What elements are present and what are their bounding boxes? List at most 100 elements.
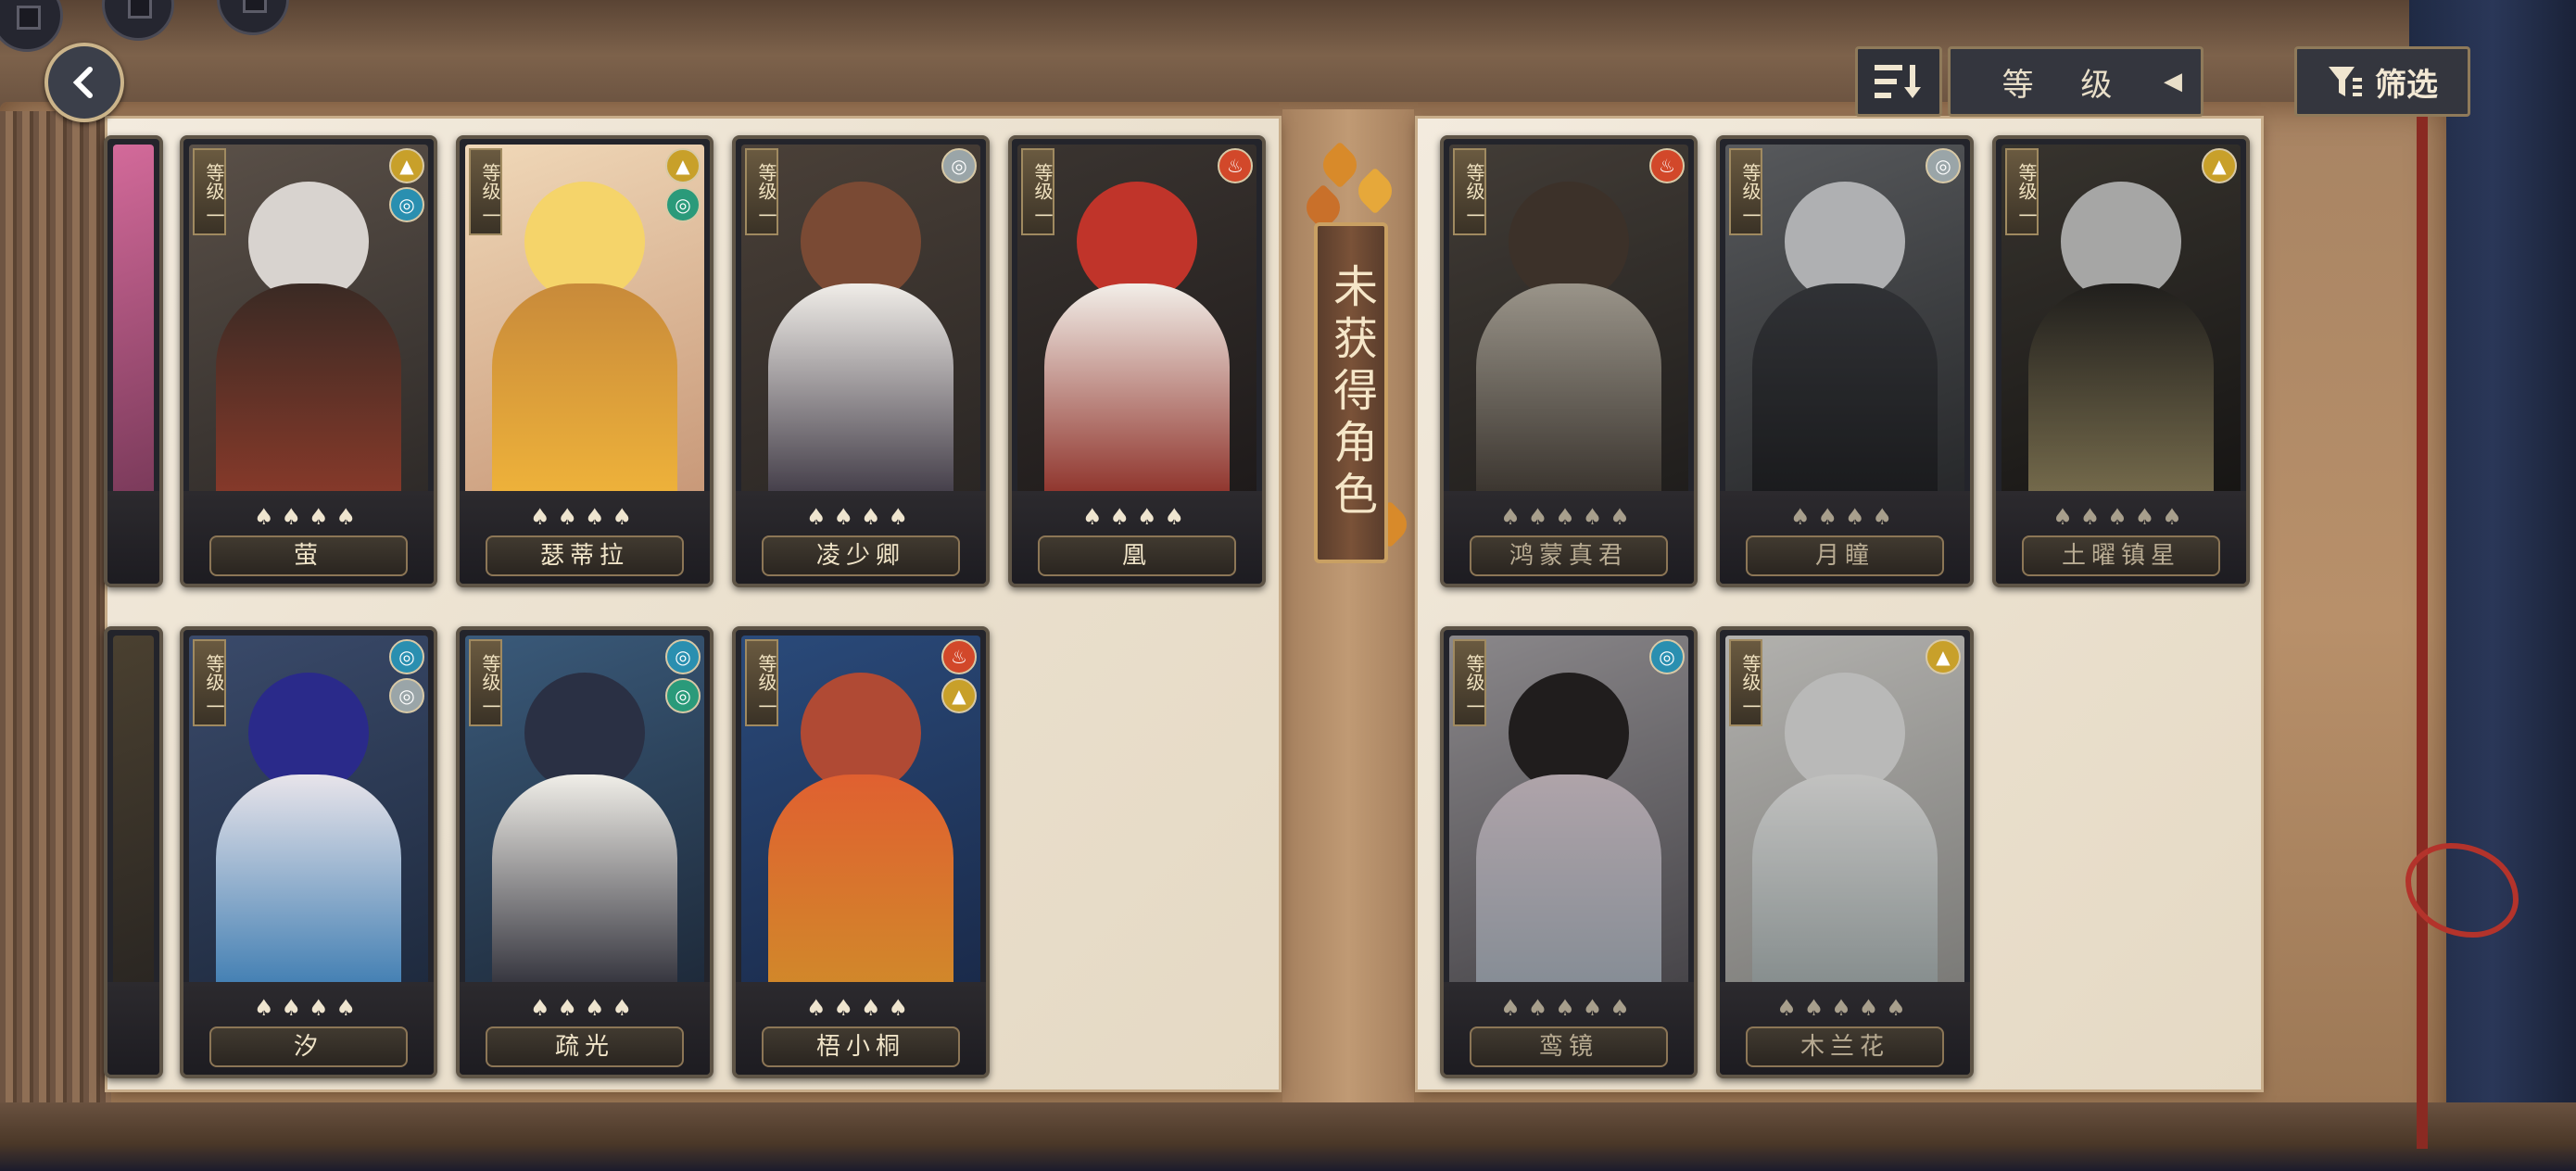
card-footer: ♠♠♠♠ 汐	[183, 982, 434, 1075]
character-name: 月瞳	[1746, 535, 1944, 576]
character-outfit	[1044, 283, 1230, 506]
earth-element-icon: ▲	[941, 678, 977, 713]
locked-character-card[interactable]: 等级 一 ▲ ♠♠♠♠♠ 土曜镇星	[1992, 135, 2250, 587]
character-name: 鸾镜	[1470, 1026, 1668, 1067]
locked-character-card[interactable]: 等级 一 ◎ ♠♠♠♠♠ 鸾镜	[1440, 626, 1698, 1078]
locked-character-card[interactable]: 等级 一 ♨ ♠♠♠♠♠ 鸿蒙真君	[1440, 135, 1698, 587]
level-badge: 等级 一	[745, 639, 778, 726]
bookmark-ribbon	[2417, 102, 2428, 1149]
star-rating: ♠♠♠♠	[1789, 504, 1900, 530]
fire-element-icon: ♨	[1649, 148, 1685, 183]
character-name: 疏光	[486, 1026, 684, 1067]
earth-element-icon: ▲	[1926, 639, 1961, 674]
card-art	[113, 145, 154, 497]
card-art	[113, 636, 154, 988]
card-footer: ♠♠♠♠ 梧小桐	[736, 982, 986, 1075]
character-name: 瑟蒂拉	[486, 535, 684, 576]
star-rating: ♠♠♠♠	[1081, 504, 1193, 530]
wind-element-icon: ◎	[389, 678, 424, 713]
character-outfit	[492, 774, 677, 997]
level-badge: 等级 一	[469, 148, 502, 235]
card-footer: ♠♠♠♠♠ 鸾镜	[1444, 982, 1694, 1075]
star-rating: ♠♠♠♠	[805, 995, 916, 1021]
character-card[interactable]: 等级 一 ◎ ◎ ♠♠♠♠ 汐	[180, 626, 437, 1078]
card-footer: ♠♠♠♠♠ 土曜镇星	[1996, 491, 2246, 584]
character-name: 梧小桐	[762, 1026, 960, 1067]
earth-element-icon: ▲	[665, 148, 701, 183]
wind-element-icon: ◎	[665, 678, 701, 713]
character-card-partial[interactable]	[104, 135, 163, 587]
wind-element-icon: ◎	[941, 148, 977, 183]
card-footer: ♠♠♠♠♠ 鸿蒙真君	[1444, 491, 1694, 584]
character-name: 汐	[209, 1026, 408, 1067]
character-card[interactable]: 等级 一 ♨ ▲ ♠♠♠♠ 梧小桐	[732, 626, 990, 1078]
character-outfit	[1752, 774, 1938, 997]
book-page-edges	[0, 111, 111, 1130]
character-outfit	[492, 283, 677, 506]
character-card[interactable]: 等级 一 ◎ ♠♠♠♠ 凌少卿	[732, 135, 990, 587]
filter-button[interactable]: 筛选	[2294, 46, 2470, 117]
star-rating: ♠♠♠♠	[529, 995, 640, 1021]
card-footer	[107, 491, 159, 584]
level-badge: 等级 一	[193, 148, 226, 235]
card-footer: ♠♠♠♠ 萤	[183, 491, 434, 584]
level-badge: 等级 一	[1453, 639, 1486, 726]
level-badge: 等级 一	[2005, 148, 2039, 235]
character-name: 土曜镇星	[2022, 535, 2220, 576]
card-footer: ♠♠♠♠ 疏光	[460, 982, 710, 1075]
triangle-left-icon: ◀	[2164, 68, 2182, 95]
water-element-icon: ◎	[665, 639, 701, 674]
character-name: 凌少卿	[762, 535, 960, 576]
sort-order-button[interactable]	[1855, 46, 1942, 117]
character-outfit	[1476, 283, 1661, 506]
star-rating: ♠♠♠♠	[805, 504, 916, 530]
fire-element-icon: ♨	[1218, 148, 1253, 183]
star-rating: ♠♠♠♠	[529, 504, 640, 530]
card-footer: ♠♠♠♠ 瑟蒂拉	[460, 491, 710, 584]
sort-order-icon	[1875, 65, 1921, 98]
wind-element-icon: ◎	[1926, 148, 1961, 183]
unobtained-section-label: 未获得角色	[1314, 222, 1388, 563]
locked-character-card[interactable]: 等级 一 ▲ ♠♠♠♠♠ 木兰花	[1716, 626, 1974, 1078]
character-outfit	[216, 283, 401, 506]
character-outfit	[2028, 283, 2214, 506]
card-footer	[107, 982, 159, 1075]
chevron-left-icon	[72, 67, 93, 98]
level-badge: 等级 一	[1729, 639, 1762, 726]
star-rating: ♠♠♠♠♠	[1776, 995, 1913, 1021]
card-footer: ♠♠♠♠ 凰	[1012, 491, 1262, 584]
character-card[interactable]: 等级 一 ▲ ◎ ♠♠♠♠ 萤	[180, 135, 437, 587]
water-element-icon: ◎	[1649, 639, 1685, 674]
locked-character-card[interactable]: 等级 一 ◎ ♠♠♠♠ 月瞳	[1716, 135, 1974, 587]
wind-element-icon: ◎	[665, 187, 701, 222]
character-outfit	[1476, 774, 1661, 997]
water-element-icon: ◎	[389, 187, 424, 222]
level-badge: 等级 一	[469, 639, 502, 726]
star-rating: ♠♠♠♠♠	[2052, 504, 2190, 530]
character-name: 萤	[209, 535, 408, 576]
character-name: 木兰花	[1746, 1026, 1944, 1067]
filter-button-label: 筛选	[2375, 66, 2438, 104]
character-card[interactable]: 等级 一 ▲ ◎ ♠♠♠♠ 瑟蒂拉	[456, 135, 713, 587]
filter-icon	[2329, 67, 2362, 96]
back-button[interactable]	[44, 43, 124, 122]
character-name: 凰	[1038, 535, 1236, 576]
star-rating: ♠♠♠♠♠	[1500, 995, 1637, 1021]
bottom-wood-frame	[0, 1102, 2576, 1171]
level-badge: 等级 一	[745, 148, 778, 235]
card-footer: ♠♠♠♠ 凌少卿	[736, 491, 986, 584]
sort-dropdown[interactable]: 等 级 ◀	[1948, 46, 2203, 117]
level-badge: 等级 一	[1729, 148, 1762, 235]
sort-dropdown-value: 等 级	[2001, 66, 2131, 104]
character-card-partial[interactable]	[104, 626, 163, 1078]
character-outfit	[768, 283, 953, 506]
water-element-icon: ◎	[389, 639, 424, 674]
star-rating: ♠♠♠♠	[253, 504, 364, 530]
level-badge: 等级 一	[1453, 148, 1486, 235]
character-outfit	[216, 774, 401, 997]
star-rating: ♠♠♠♠♠	[1500, 504, 1637, 530]
character-outfit	[1752, 283, 1938, 506]
level-badge: 等级 一	[193, 639, 226, 726]
character-card[interactable]: 等级 一 ♨ ♠♠♠♠ 凰	[1008, 135, 1266, 587]
character-card[interactable]: 等级 一 ◎ ◎ ♠♠♠♠ 疏光	[456, 626, 713, 1078]
